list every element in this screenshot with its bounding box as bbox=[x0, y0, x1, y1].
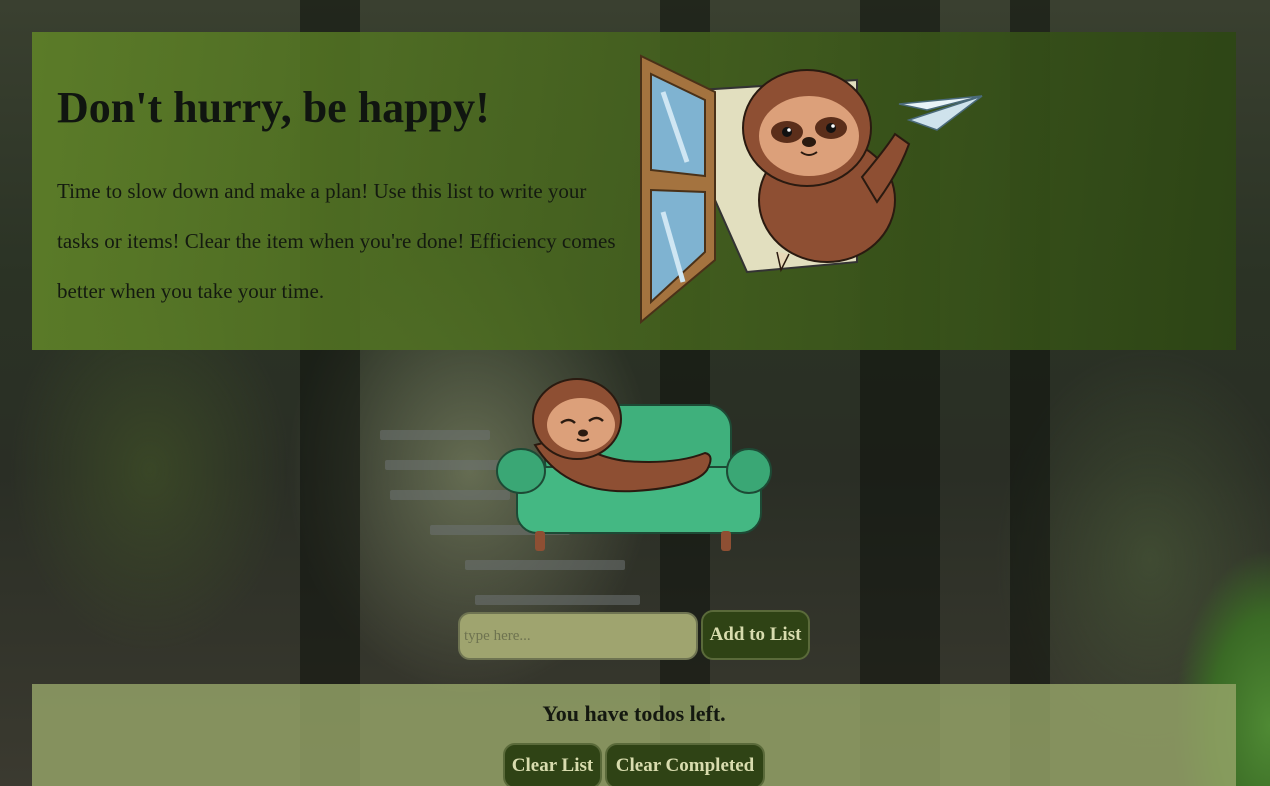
page-title: Don't hurry, be happy! bbox=[57, 83, 490, 132]
clear-completed-button[interactable]: Clear Completed bbox=[605, 743, 765, 786]
sloth-couch-illustration bbox=[496, 378, 772, 551]
clear-list-button[interactable]: Clear List bbox=[503, 743, 602, 786]
todo-list-panel: You have todos left. Clear List Clear Co… bbox=[32, 684, 1236, 786]
hero-description: Time to slow down and make a plan! Use t… bbox=[57, 179, 616, 303]
add-to-list-button[interactable]: Add to List bbox=[701, 610, 810, 660]
todos-left-count: You have todos left. bbox=[542, 701, 726, 726]
sloth-window-illustration bbox=[640, 54, 983, 324]
hero-panel: Don't hurry, be happy! Time to slow down… bbox=[32, 32, 1236, 350]
todo-input[interactable] bbox=[458, 612, 698, 660]
